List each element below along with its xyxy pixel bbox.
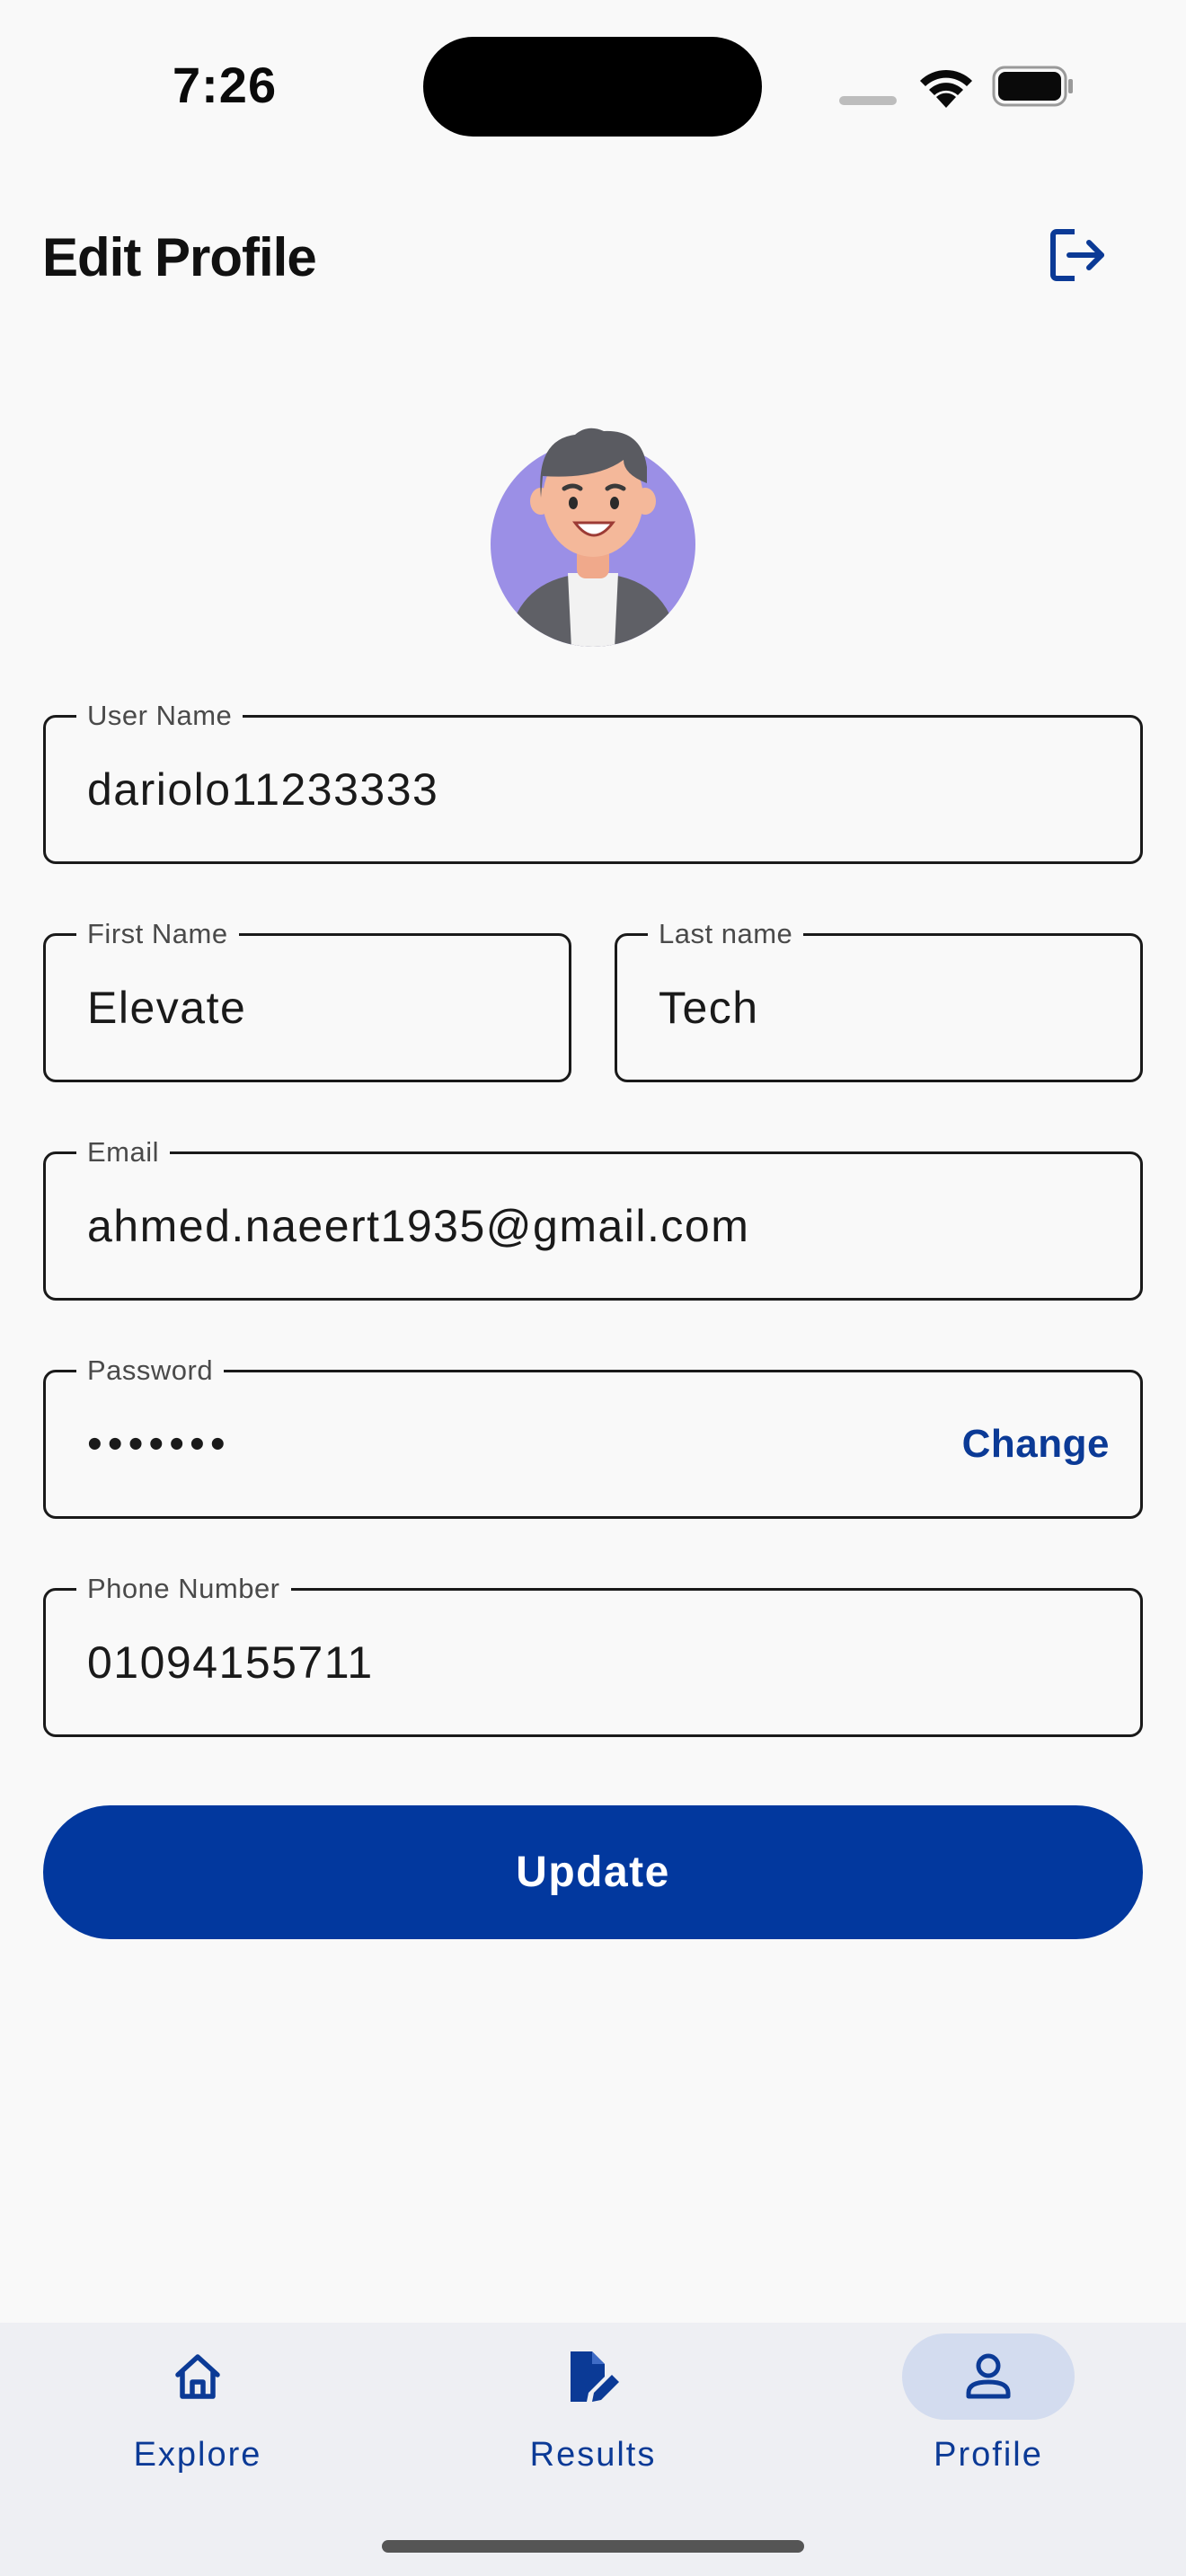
last-name-field[interactable]: Last name Tech (615, 918, 1143, 1082)
page-title: Edit Profile (42, 227, 317, 287)
username-field[interactable]: User Name dariolo11233333 (43, 700, 1143, 864)
email-field[interactable]: Email ahmed.naeert1935@gmail.com (43, 1136, 1143, 1301)
phone-field[interactable]: Phone Number 01094155711 (43, 1573, 1143, 1737)
nav-item-results[interactable]: Results (458, 2323, 728, 2538)
nav-label-explore: Explore (133, 2436, 262, 2474)
nav-icon-container-active (902, 2333, 1075, 2420)
nav-item-profile[interactable]: Profile (854, 2323, 1123, 2538)
bottom-navigation: Explore Results Profile (0, 2323, 1186, 2576)
username-label: User Name (76, 700, 243, 732)
nav-label-profile: Profile (934, 2436, 1043, 2474)
phone-value[interactable]: 01094155711 (87, 1636, 374, 1689)
home-indicator[interactable] (382, 2540, 804, 2553)
last-name-label: Last name (648, 918, 804, 950)
password-field[interactable]: Password ••••••• Change (43, 1354, 1143, 1519)
change-password-button[interactable]: Change (962, 1422, 1110, 1467)
cellular-signal-icon (839, 96, 897, 105)
update-button[interactable]: Update (43, 1805, 1143, 1939)
first-name-field[interactable]: First Name Elevate (43, 918, 571, 1082)
last-name-value[interactable]: Tech (659, 982, 759, 1034)
nav-label-results: Results (529, 2436, 657, 2474)
username-value[interactable]: dariolo11233333 (87, 763, 438, 816)
password-label: Password (76, 1354, 225, 1387)
person-icon (966, 2353, 1011, 2399)
dynamic-island (423, 37, 762, 137)
nav-icon-container (507, 2333, 679, 2420)
email-label: Email (76, 1136, 171, 1169)
first-name-value[interactable]: Elevate (87, 982, 246, 1034)
battery-icon (992, 66, 1073, 107)
email-value[interactable]: ahmed.naeert1935@gmail.com (87, 1200, 749, 1252)
status-time: 7:26 (173, 57, 278, 113)
nav-item-explore[interactable]: Explore (63, 2323, 332, 2538)
home-icon (175, 2354, 220, 2399)
phone-label: Phone Number (76, 1573, 291, 1605)
password-value[interactable]: ••••••• (87, 1420, 231, 1469)
edit-document-icon (571, 2351, 619, 2402)
logout-icon (1050, 229, 1104, 281)
logout-button[interactable] (1042, 219, 1114, 291)
user-avatar[interactable] (489, 422, 697, 648)
first-name-label: First Name (76, 918, 239, 950)
nav-icon-container (111, 2333, 284, 2420)
wifi-icon (920, 69, 972, 108)
